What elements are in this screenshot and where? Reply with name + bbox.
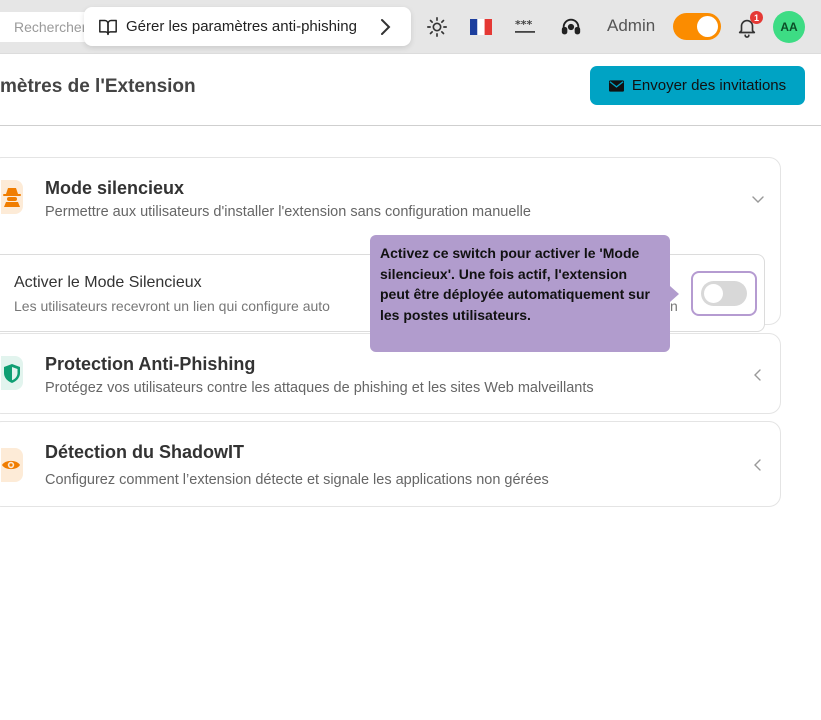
password-button[interactable]: ***	[513, 15, 537, 39]
sun-icon	[427, 17, 447, 37]
eye-icon	[2, 460, 20, 470]
section-icon-bg	[1, 356, 23, 390]
svg-text:***: ***	[515, 19, 533, 31]
section-subtitle: Permettre aux utilisateurs d'installer l…	[45, 204, 531, 220]
toggle-knob	[697, 16, 718, 37]
shield-icon	[4, 363, 20, 383]
book-icon	[99, 19, 117, 35]
avatar[interactable]: AA	[773, 11, 805, 43]
section-title: Détection du ShadowIT	[45, 442, 245, 462]
password-icon: ***	[515, 19, 535, 33]
section-title: Mode silencieux	[45, 178, 185, 198]
silent-mode-label: Activer le Mode Silencieux	[14, 274, 202, 291]
spy-icon	[3, 188, 21, 207]
french-flag-icon	[470, 19, 492, 35]
section-icon-bg	[1, 180, 23, 214]
silent-mode-description: Les utilisateurs recevront un lien qui c…	[14, 298, 330, 314]
send-invitations-label: Envoyer des invitations	[631, 77, 787, 94]
onboarding-tooltip: Activez ce switch pour activer le 'Mode …	[370, 235, 670, 352]
section-subtitle: Protégez vos utilisateurs contre les att…	[45, 380, 594, 396]
silent-mode-switch[interactable]	[701, 281, 747, 306]
guide-anti-phishing-button[interactable]: Gérer les paramètres anti-phishing	[84, 7, 411, 46]
envelope-icon	[608, 79, 624, 92]
chevron-right-icon	[381, 18, 391, 35]
chevron-left-icon[interactable]	[751, 368, 765, 382]
section-icon-bg	[1, 448, 23, 482]
page-title: mètres de l'Extension	[0, 76, 196, 97]
section-shadow-it[interactable]: Détection du ShadowIT Configurez comment…	[0, 421, 781, 507]
chevron-left-icon[interactable]	[751, 458, 765, 472]
switch-knob	[704, 284, 723, 303]
support-headset-icon	[561, 18, 581, 35]
language-button[interactable]	[469, 15, 493, 39]
guide-label: Gérer les paramètres anti-phishing	[126, 18, 357, 35]
send-invitations-button[interactable]: Envoyer des invitations	[590, 66, 805, 105]
section-subtitle: Configurez comment l’extension détecte e…	[45, 472, 549, 488]
section-title: Protection Anti-Phishing	[45, 354, 256, 374]
admin-mode-toggle[interactable]	[673, 13, 721, 40]
top-bar: Gérer les paramètres anti-phishing ***	[0, 0, 821, 54]
chevron-down-icon[interactable]	[751, 192, 765, 206]
support-button[interactable]	[559, 15, 583, 39]
notification-badge: 1	[750, 11, 763, 24]
tooltip-arrow	[670, 286, 679, 302]
page-header: mètres de l'Extension Envoyer des invita…	[0, 55, 821, 126]
theme-toggle-button[interactable]	[425, 15, 449, 39]
silent-mode-switch-highlight	[691, 271, 757, 316]
admin-label: Admin	[607, 16, 656, 35]
